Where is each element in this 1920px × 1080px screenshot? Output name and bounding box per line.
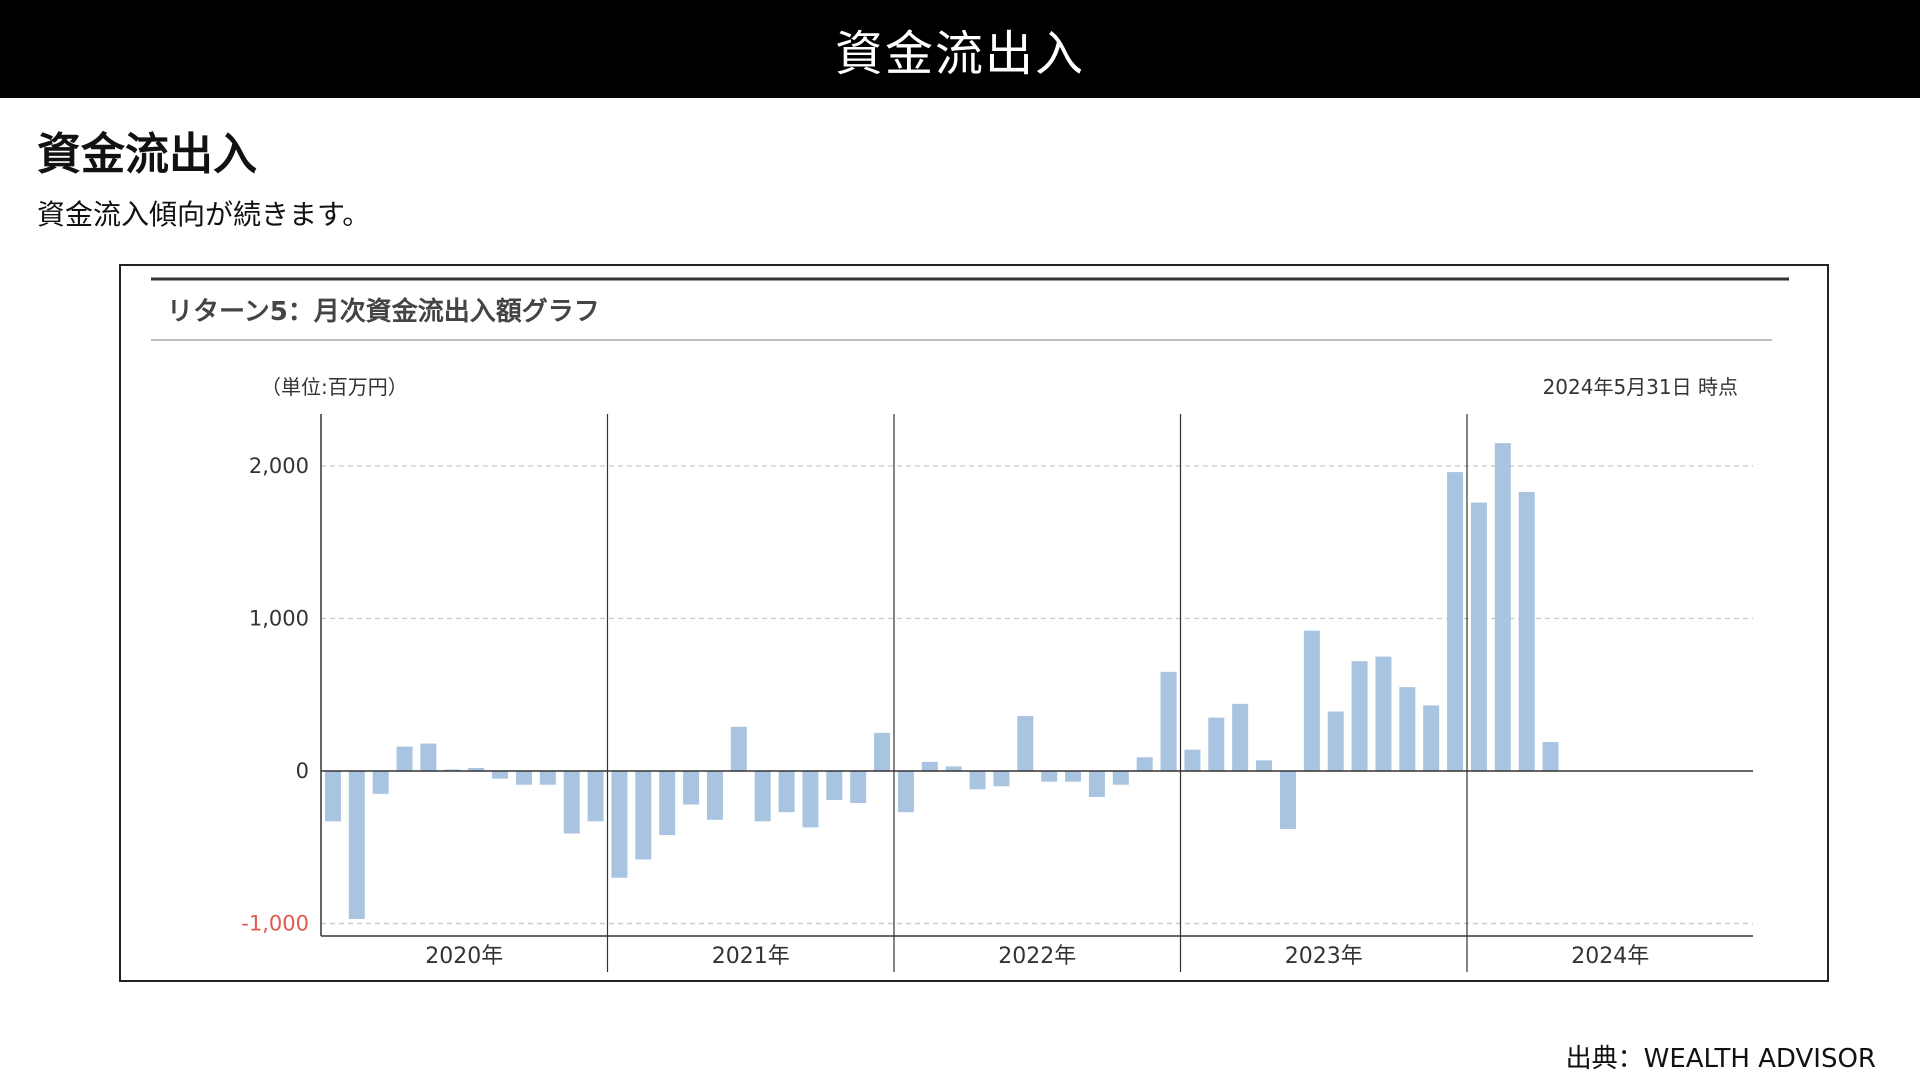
y-tick-label: 2,000 [249, 454, 309, 478]
plot-area: 2,000 1,000 0 -1,000 2020年 2021年 2022年 2023年 202… [241, 414, 1753, 972]
bar [706, 771, 723, 820]
fund-flow-chart: リターン5：月次資金流出入額グラフ （単位:百万円） 2024年5月31日 時点… [151, 277, 1789, 972]
bar [1017, 716, 1034, 771]
bar [754, 771, 771, 822]
bar [1327, 711, 1344, 771]
bar [635, 771, 652, 860]
source-credit: 出典：WEALTH ADVISOR [1565, 1044, 1876, 1074]
bar [1423, 705, 1440, 771]
y-tick-label: 1,000 [249, 607, 309, 631]
chart-title: リターン5：月次資金流出入額グラフ [167, 296, 600, 327]
bar [515, 771, 532, 785]
bar [1470, 502, 1487, 771]
bar [1303, 630, 1320, 771]
bar [492, 771, 509, 779]
bar [1065, 771, 1082, 782]
bar [778, 771, 795, 813]
bar [372, 771, 389, 794]
bar [420, 743, 437, 771]
unit-note: （単位:百万円） [261, 375, 408, 399]
bar [897, 771, 914, 813]
bar [587, 771, 604, 822]
bar [874, 732, 891, 771]
x-tick-label: 2024年 [1571, 944, 1649, 969]
bar [1279, 771, 1296, 829]
bar [1542, 742, 1559, 771]
bar [539, 771, 556, 785]
bar [921, 761, 938, 771]
section-heading: 資金流出入 [37, 129, 257, 180]
bar [1494, 443, 1511, 771]
y-tick-label: 0 [296, 759, 309, 783]
bar [802, 771, 819, 828]
bar [1447, 472, 1464, 771]
x-tick-label: 2021年 [712, 944, 790, 969]
bar [1112, 771, 1129, 785]
bar [826, 771, 843, 800]
x-tick-label: 2020年 [425, 944, 503, 969]
bar [324, 771, 341, 822]
bar [1518, 491, 1535, 771]
bar [611, 771, 628, 878]
top-title: 資金流出入 [834, 26, 1085, 82]
bar [1232, 703, 1249, 771]
y-tick-label: -1,000 [241, 912, 309, 936]
bar [1160, 671, 1177, 771]
bar [1136, 757, 1153, 771]
top-title-bar: 資金流出入 [0, 0, 1920, 98]
bar [1351, 661, 1368, 771]
bar [730, 726, 747, 771]
bar [1088, 771, 1105, 797]
bar [1208, 717, 1225, 771]
x-tick-label: 2022年 [998, 944, 1076, 969]
bar [683, 771, 700, 805]
bar [850, 771, 867, 804]
bar [563, 771, 580, 834]
bar [1041, 771, 1058, 782]
bar [969, 771, 986, 790]
bar [1256, 760, 1273, 771]
bar [1184, 749, 1201, 771]
bar [348, 771, 365, 919]
bar [1375, 656, 1392, 771]
section-description: 資金流入傾向が続きます。 [37, 198, 371, 231]
x-tick-label: 2023年 [1285, 944, 1363, 969]
bar [1399, 687, 1416, 771]
bar [659, 771, 676, 836]
as-of-date: 2024年5月31日 時点 [1543, 375, 1738, 399]
bar [396, 746, 413, 771]
bar [993, 771, 1010, 787]
chart-panel: リターン5：月次資金流出入額グラフ （単位:百万円） 2024年5月31日 時点… [119, 264, 1829, 982]
